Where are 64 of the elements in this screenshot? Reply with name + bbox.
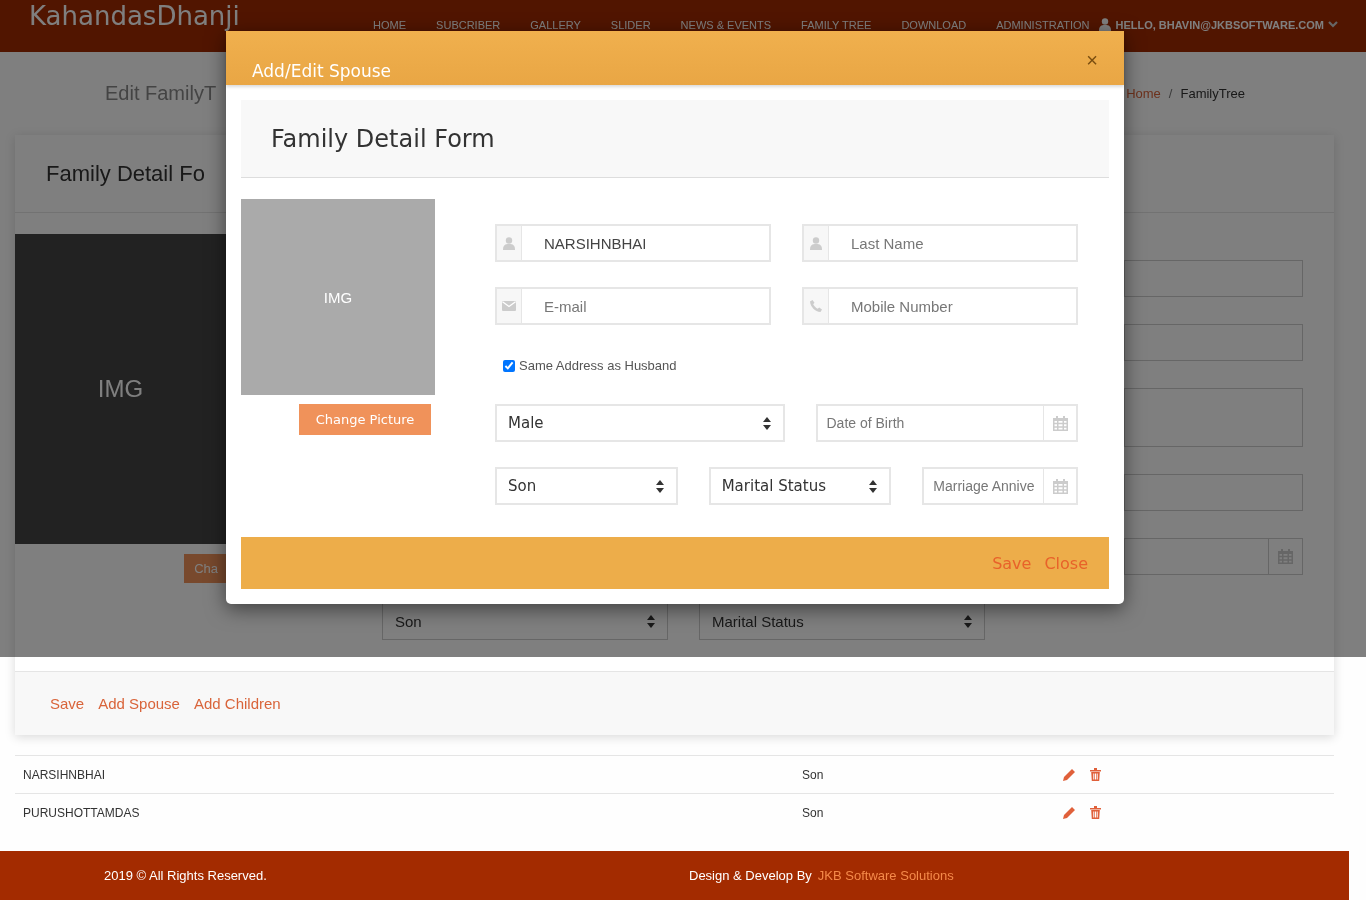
pencil-icon[interactable]: [1063, 768, 1076, 781]
trash-icon[interactable]: [1090, 806, 1101, 819]
checkbox[interactable]: [503, 359, 515, 372]
company-link[interactable]: JKB Software Solutions: [817, 868, 954, 883]
select-field[interactable]: Male: [495, 404, 785, 442]
card-title: Family Detail Fo: [46, 160, 205, 187]
nav-link[interactable]: FAMILY TREE: [801, 18, 872, 31]
action-link[interactable]: Add Children: [193, 695, 281, 712]
calendar-icon: [1052, 415, 1068, 431]
user-menu[interactable]: HELLO, BHAVIN@JKBSOFTWARE.COM: [1099, 18, 1338, 31]
page-title: Edit FamilyT: [105, 82, 217, 105]
name-field[interactable]: Last Name: [802, 224, 1078, 262]
modal-title: Add/Edit Spouse: [252, 61, 392, 81]
breadcrumb-link[interactable]: Home: [1126, 86, 1161, 101]
table-cell-text: PURUSHOTTAMDAS: [22, 805, 141, 820]
sort-caret-icon: [762, 416, 771, 430]
trash-icon[interactable]: [1090, 768, 1101, 781]
nav-link[interactable]: NEWS & EVENTS: [680, 18, 772, 31]
table-cell-text: Son: [801, 767, 825, 782]
date-field[interactable]: [1124, 538, 1303, 575]
phone-field[interactable]: Mobile Number: [802, 287, 1078, 325]
table-cell-text: NARSIHNBHAI: [22, 767, 106, 782]
breadcrumb-separator: /: [1168, 86, 1173, 101]
user-icon: [810, 236, 822, 250]
nav-link[interactable]: GALLERY: [530, 18, 581, 31]
close-button[interactable]: ×: [1086, 48, 1098, 72]
table-cell-text: Son: [801, 805, 825, 820]
nav-link[interactable]: SUBCRIBER: [436, 18, 501, 31]
envelope-icon: [502, 301, 516, 311]
phone-icon: [810, 300, 822, 312]
change-picture-button[interactable]: Cha: [184, 554, 226, 583]
calendar-icon: [1052, 478, 1068, 494]
input-field[interactable]: [1124, 474, 1303, 511]
site-logo[interactable]: KahandasDhanji: [29, 2, 240, 30]
image-label: IMG: [97, 375, 144, 403]
change-picture-button[interactable]: Change Picture: [299, 404, 431, 435]
breadcrumb-current: FamilyTree: [1180, 86, 1245, 101]
chevron-down-icon[interactable]: [1328, 21, 1338, 28]
image-label: IMG: [323, 288, 353, 306]
name-field[interactable]: NARSIHNBHAI: [495, 224, 771, 262]
checkbox-label: Same Address as Husband: [519, 358, 677, 373]
select-field[interactable]: Son: [495, 467, 678, 505]
select-field[interactable]: Marital Status: [708, 467, 892, 505]
credit-text: Design & Develop By: [689, 868, 812, 883]
form-title: Family Detail Form: [271, 124, 495, 153]
sort-caret-icon: [647, 615, 655, 628]
user-icon: [503, 236, 515, 250]
nav-link[interactable]: SLIDER: [610, 18, 651, 31]
nav-link[interactable]: DOWNLOAD: [901, 18, 967, 31]
email-field[interactable]: E-mail: [495, 287, 771, 325]
nav-link[interactable]: HOME: [373, 18, 407, 31]
user-icon: [1099, 18, 1112, 31]
text-area[interactable]: [1124, 388, 1303, 447]
action-link[interactable]: Add Spouse: [98, 695, 180, 712]
sort-caret-icon: [964, 615, 972, 628]
action-link[interactable]: Save: [50, 695, 85, 712]
input-field[interactable]: [1124, 324, 1303, 361]
calendar-icon: [1278, 549, 1293, 564]
sort-caret-icon: [655, 479, 664, 493]
copyright-text: 2019 © All Rights Reserved.: [104, 868, 268, 883]
pencil-icon[interactable]: [1063, 806, 1076, 819]
sort-caret-icon: [869, 479, 878, 493]
nav-link[interactable]: ADMINISTRATION: [996, 18, 1090, 31]
input-field[interactable]: [1124, 260, 1303, 297]
